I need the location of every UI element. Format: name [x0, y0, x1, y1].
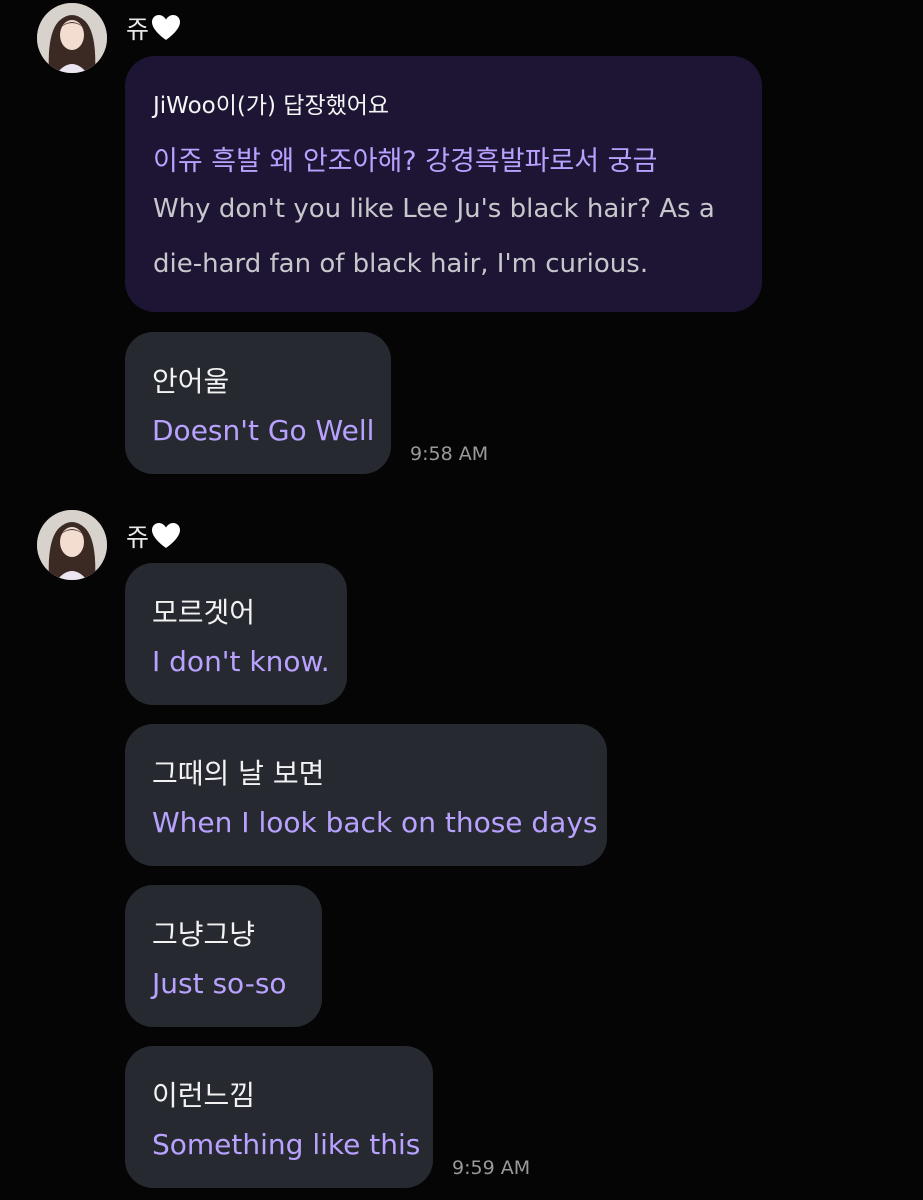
reply-bubble[interactable]: JiWoo이(가) 답장했어요 이쥬 흑발 왜 안조아해? 강경흑발파로서 궁금…	[125, 56, 762, 312]
message-translation-text: Just so-so	[152, 967, 287, 1000]
reply-header: JiWoo이(가) 답장했어요	[153, 93, 390, 119]
message-korean-text: 그냥그냥	[152, 918, 256, 951]
sender-avatar[interactable]	[37, 510, 107, 580]
message-korean-text: 모르겟어	[152, 596, 256, 629]
message-timestamp: 9:59 AM	[452, 1157, 531, 1179]
reply-translation-line1: Why don't you like Lee Ju's black hair? …	[153, 194, 715, 224]
message-bubble[interactable]: 이런느낌 Something like this	[125, 1046, 433, 1188]
reply-translation-line2: die-hard fan of black hair, I'm curious.	[153, 249, 649, 279]
message-translation-text: When I look back on those days	[152, 806, 598, 839]
reply-original-text: 이쥬 흑발 왜 안조아해? 강경흑발파로서 궁금	[153, 146, 658, 177]
message-korean-text: 그때의 날 보면	[152, 757, 325, 790]
message-bubble[interactable]: 안어울 Doesn't Go Well	[125, 332, 391, 474]
message-bubble[interactable]: 그냥그냥 Just so-so	[125, 885, 322, 1027]
sender-name-row: 쥬	[126, 10, 181, 46]
message-timestamp: 9:58 AM	[410, 443, 489, 465]
message-translation-text: I don't know.	[152, 645, 330, 678]
sender-avatar[interactable]	[37, 3, 107, 73]
white-heart-icon	[151, 522, 181, 550]
message-korean-text: 안어울	[152, 365, 230, 398]
message-bubble[interactable]: 모르겟어 I don't know.	[125, 563, 347, 705]
message-translation-text: Doesn't Go Well	[152, 414, 375, 447]
sender-name: 쥬	[126, 523, 150, 552]
message-bubble[interactable]: 그때의 날 보면 When I look back on those days	[125, 724, 607, 866]
sender-name-row: 쥬	[126, 518, 181, 554]
sender-name: 쥬	[126, 15, 150, 44]
message-korean-text: 이런느낌	[152, 1079, 256, 1112]
message-translation-text: Something like this	[152, 1128, 421, 1161]
white-heart-icon	[151, 14, 181, 42]
